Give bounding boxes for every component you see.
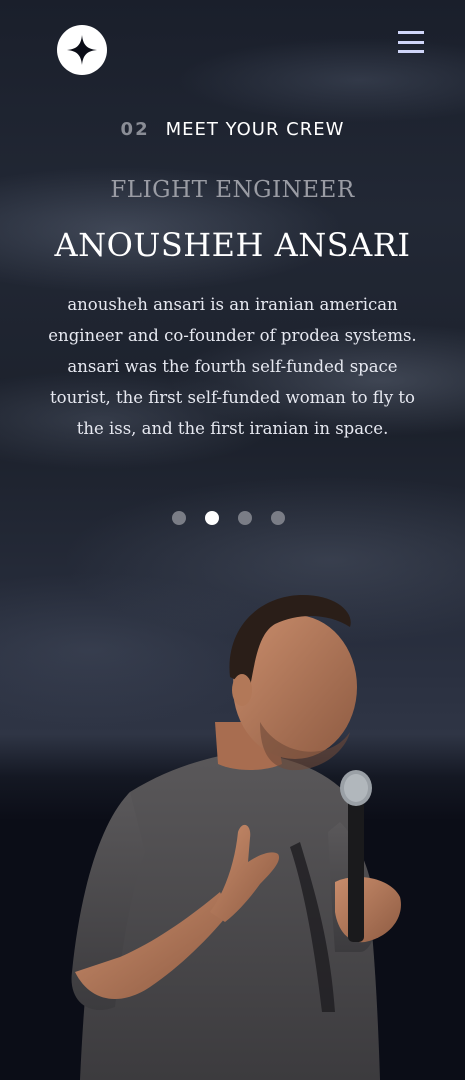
page-heading: 02 MEET YOUR CREW: [0, 119, 465, 140]
carousel-dot[interactable]: [172, 511, 186, 525]
menu-bar: [398, 50, 424, 53]
carousel-dots: [172, 511, 285, 525]
star-logo-icon[interactable]: [57, 25, 107, 75]
crew-name: ANOUSHEH ANSARI: [54, 226, 411, 264]
crew-role: FLIGHT ENGINEER: [110, 177, 355, 203]
carousel-dot[interactable]: [238, 511, 252, 525]
hamburger-menu-icon[interactable]: [398, 31, 424, 53]
crew-member-photo: [71, 594, 401, 1080]
carousel-dot[interactable]: [271, 511, 285, 525]
page-number: 02: [120, 119, 150, 140]
crew-bio: anousheh ansari is an iranian american e…: [48, 295, 417, 438]
menu-bar: [398, 31, 424, 34]
page-title: MEET YOUR CREW: [165, 119, 345, 140]
menu-bar: [398, 40, 424, 44]
carousel-dot[interactable]: [205, 511, 219, 525]
